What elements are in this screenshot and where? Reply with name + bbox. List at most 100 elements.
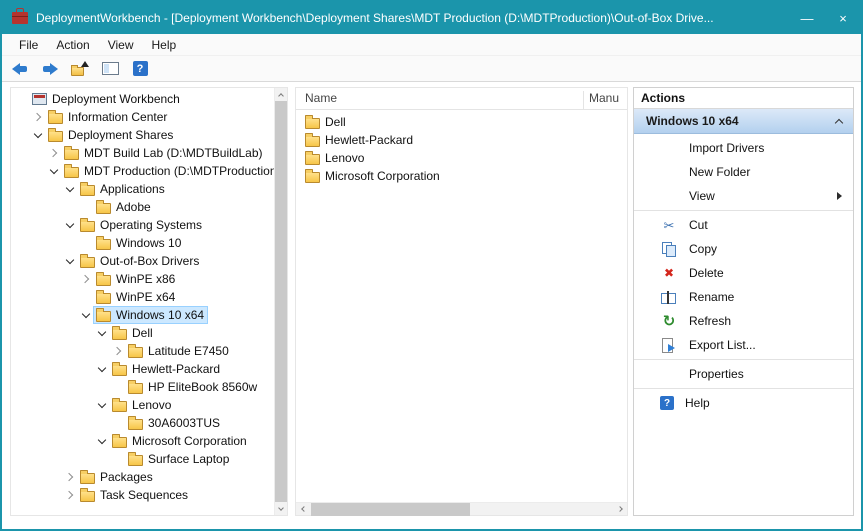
tree-item-label: Task Sequences xyxy=(100,488,188,502)
toolbar-help-button[interactable] xyxy=(128,58,152,80)
menu-action[interactable]: Action xyxy=(47,35,98,55)
chevron-down-icon[interactable] xyxy=(79,306,93,324)
scroll-right-button[interactable] xyxy=(614,503,627,516)
action-rename[interactable]: Rename xyxy=(634,285,853,309)
action-export-list[interactable]: Export List... xyxy=(634,333,853,357)
list-item-lenovo[interactable]: Lenovo xyxy=(296,149,627,167)
tree-item-lenovo[interactable]: Lenovo xyxy=(11,396,274,414)
chevron-right-icon[interactable] xyxy=(47,144,61,162)
tree-item-information-center[interactable]: Information Center xyxy=(11,108,274,126)
tree-item-30a6003tus[interactable]: 30A6003TUS xyxy=(11,414,274,432)
scrollbar-track[interactable] xyxy=(309,503,614,516)
tree-item-operating-systems[interactable]: Operating Systems xyxy=(11,216,274,234)
tree-item-hewlett-packard[interactable]: Hewlett-Packard xyxy=(11,360,274,378)
folder-icon xyxy=(96,239,111,250)
action-refresh[interactable]: ↻Refresh xyxy=(634,309,853,333)
chevron-right-icon[interactable] xyxy=(63,468,77,486)
show-console-tree-button[interactable] xyxy=(98,58,122,80)
chevron-down-icon[interactable] xyxy=(95,396,109,414)
column-header-manufacturer[interactable]: Manu xyxy=(583,91,627,109)
chevron-down-icon[interactable] xyxy=(95,360,109,378)
list-horizontal-scrollbar[interactable] xyxy=(296,502,627,515)
actions-pane: Actions Windows 10 x64 Import DriversNew… xyxy=(633,87,854,516)
folder-icon xyxy=(112,329,127,340)
tree-item-latitude-e7450[interactable]: Latitude E7450 xyxy=(11,342,274,360)
chevron-right-icon[interactable] xyxy=(111,342,125,360)
action-properties[interactable]: Properties xyxy=(634,362,853,386)
icon-spacer xyxy=(660,164,678,180)
tree-item-adobe[interactable]: Adobe xyxy=(11,198,274,216)
tree-item-windows-10-x64[interactable]: Windows 10 x64 xyxy=(11,306,274,324)
workbench-icon xyxy=(32,93,47,105)
tree-item-mdt-build-lab-d-mdtbuildlab[interactable]: MDT Build Lab (D:\MDTBuildLab) xyxy=(11,144,274,162)
scroll-left-button[interactable] xyxy=(296,503,309,516)
folder-icon xyxy=(305,136,320,147)
chevron-down-icon[interactable] xyxy=(95,432,109,450)
tree-item-dell[interactable]: Dell xyxy=(11,324,274,342)
action-copy[interactable]: Copy xyxy=(634,237,853,261)
tree-item-hp-elitebook-8560w[interactable]: HP EliteBook 8560w xyxy=(11,378,274,396)
chevron-down-icon[interactable] xyxy=(63,180,77,198)
forward-button[interactable] xyxy=(38,58,62,80)
expander-spacer xyxy=(79,198,93,216)
action-help[interactable]: ?Help xyxy=(634,391,853,415)
action-label: Copy xyxy=(689,242,717,256)
chevron-down-icon[interactable] xyxy=(31,126,45,144)
tree-item-content: Operating Systems xyxy=(77,216,206,234)
scrollbar-thumb[interactable] xyxy=(311,503,470,516)
chevron-down-icon[interactable] xyxy=(63,216,77,234)
collapse-group-icon[interactable] xyxy=(835,119,843,127)
tree-item-winpe-x86[interactable]: WinPE x86 xyxy=(11,270,274,288)
folder-icon xyxy=(305,118,320,129)
action-new-folder[interactable]: New Folder xyxy=(634,160,853,184)
action-delete[interactable]: ✖Delete xyxy=(634,261,853,285)
tree-item-deployment-shares[interactable]: Deployment Shares xyxy=(11,126,274,144)
tree-item-winpe-x64[interactable]: WinPE x64 xyxy=(11,288,274,306)
tree-item-content: Dell xyxy=(109,324,157,342)
chevron-down-icon[interactable] xyxy=(63,252,77,270)
chevron-right-icon[interactable] xyxy=(79,270,93,288)
tree-item-task-sequences[interactable]: Task Sequences xyxy=(11,486,274,504)
actions-items: Import Drivers New FolderView ✂Cut Copy ✖Del… xyxy=(634,134,853,515)
list-item-microsoft-corporation[interactable]: Microsoft Corporation xyxy=(296,167,627,185)
tree-item-mdt-production-d-mdtproduction[interactable]: MDT Production (D:\MDTProduction) xyxy=(11,162,274,180)
chevron-down-icon[interactable] xyxy=(95,324,109,342)
action-label: Import Drivers xyxy=(689,141,764,155)
tree-item-surface-laptop[interactable]: Surface Laptop xyxy=(11,450,274,468)
up-one-level-button[interactable] xyxy=(68,58,92,80)
close-button[interactable]: × xyxy=(825,2,861,34)
tree-item-packages[interactable]: Packages xyxy=(11,468,274,486)
tree-item-label: Windows 10 x64 xyxy=(116,308,204,322)
menu-help[interactable]: Help xyxy=(143,35,186,55)
tree-item-deployment-workbench[interactable]: Deployment Workbench xyxy=(11,90,274,108)
chevron-right-icon xyxy=(617,506,623,512)
back-button[interactable] xyxy=(8,58,32,80)
action-import-drivers[interactable]: Import Drivers xyxy=(634,136,853,160)
menu-view[interactable]: View xyxy=(99,35,143,55)
tree-item-windows-10[interactable]: Windows 10 xyxy=(11,234,274,252)
tree-item-out-of-box-drivers[interactable]: Out-of-Box Drivers xyxy=(11,252,274,270)
tree-vertical-scrollbar[interactable] xyxy=(274,88,287,515)
tree-item-content: Hewlett-Packard xyxy=(109,360,224,378)
tree-item-content: MDT Production (D:\MDTProduction) xyxy=(61,162,274,180)
folder-icon xyxy=(80,473,95,484)
action-view[interactable]: View xyxy=(634,184,853,208)
action-cut[interactable]: ✂Cut xyxy=(634,213,853,237)
scroll-up-button[interactable] xyxy=(275,88,288,101)
chevron-right-icon[interactable] xyxy=(31,108,45,126)
menu-file[interactable]: File xyxy=(10,35,47,55)
column-header-name[interactable]: Name xyxy=(296,91,583,109)
list-item-dell[interactable]: Dell xyxy=(296,113,627,131)
chevron-right-icon[interactable] xyxy=(63,486,77,504)
minimize-button[interactable]: — xyxy=(789,2,825,34)
folder-icon xyxy=(112,401,127,412)
tree-item-content: Surface Laptop xyxy=(125,450,233,468)
tree-item-content: MDT Build Lab (D:\MDTBuildLab) xyxy=(61,144,267,162)
scroll-down-button[interactable] xyxy=(275,502,288,515)
actions-group-windows-10-x64[interactable]: Windows 10 x64 xyxy=(634,109,853,134)
tree-item-applications[interactable]: Applications xyxy=(11,180,274,198)
scrollbar-thumb[interactable] xyxy=(275,101,288,502)
list-item-hewlett-packard[interactable]: Hewlett-Packard xyxy=(296,131,627,149)
tree-item-microsoft-corporation[interactable]: Microsoft Corporation xyxy=(11,432,274,450)
chevron-down-icon[interactable] xyxy=(47,162,61,180)
